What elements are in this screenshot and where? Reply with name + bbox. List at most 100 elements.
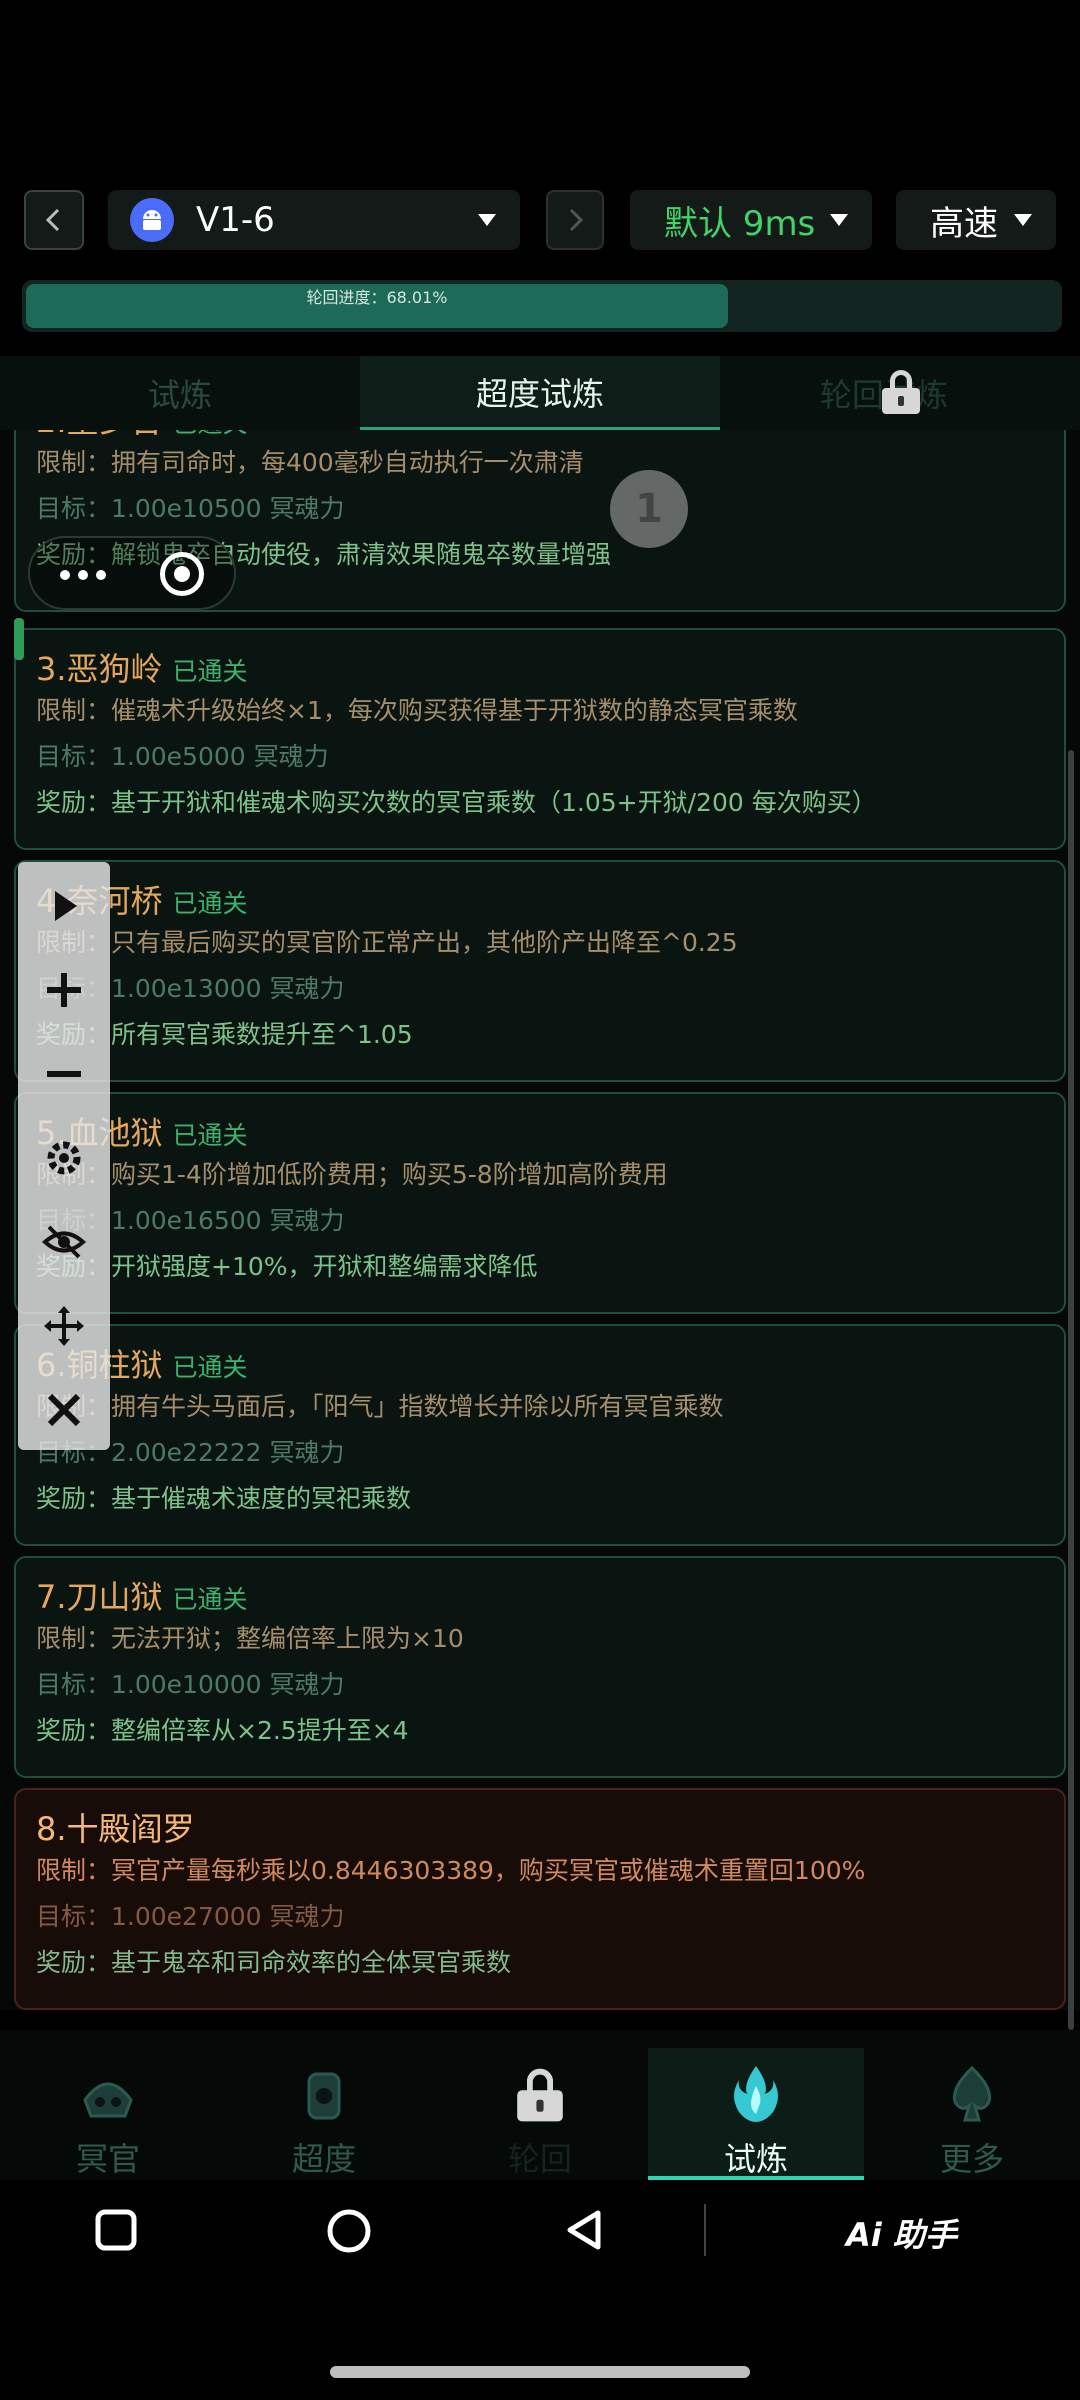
nav-label: 试炼 <box>723 2140 788 2178</box>
tab-transcend-trial[interactable]: 超度试炼 <box>360 356 720 430</box>
trial-subtabs: 试炼 超度试炼 轮回试炼 <box>0 356 1080 430</box>
tab-trial[interactable]: 试炼 <box>0 356 360 430</box>
trial-title-row: 6.铜柱狱 已通关 <box>36 1340 1044 1384</box>
trial-restriction: 限制：只有最后购买的冥官阶正常产出，其他阶产出降至^0.25 <box>36 928 738 957</box>
network-select[interactable]: 默认 9ms <box>630 190 872 250</box>
trial-goal: 目标：1.00e10500 冥魂力 <box>36 494 345 523</box>
nav-trial[interactable]: 试炼 <box>648 2048 864 2180</box>
lock-icon <box>882 370 920 414</box>
home-button[interactable] <box>326 2208 372 2258</box>
settings-button[interactable] <box>18 1116 110 1200</box>
close-button[interactable] <box>18 1368 110 1452</box>
back-button[interactable] <box>24 190 84 250</box>
list-scrollbar[interactable] <box>1068 750 1074 2030</box>
ai-assistant-button[interactable]: Ai 助手 <box>846 2210 957 2256</box>
trial-card-current[interactable]: 8.十殿阎罗 限制：冥官产量每秒乘以0.8446303389，购买冥官或催魂术重… <box>14 1788 1066 2010</box>
zoom-out-button[interactable] <box>18 1032 110 1116</box>
speed-select[interactable]: 高速 <box>896 190 1056 250</box>
minus-icon <box>47 1071 81 1077</box>
edge-handle[interactable] <box>14 618 24 660</box>
nav-label: 更多 <box>939 2140 1004 2178</box>
trial-goal: 目标：1.00e5000 冥魂力 <box>36 742 329 771</box>
close-icon <box>47 1393 81 1427</box>
trial-restriction: 限制：购买1-4阶增加低阶费用；购买5-8阶增加高阶费用 <box>36 1160 668 1189</box>
version-select[interactable]: V1-6 <box>108 190 520 250</box>
caret-down-icon <box>478 214 496 226</box>
cleared-badge: 已通关 <box>172 889 248 918</box>
trial-goal: 目标：1.00e13000 冥魂力 <box>36 974 345 1003</box>
trial-title-row: 2.望乡台 已通关 <box>36 430 1044 440</box>
crosshair-marker[interactable]: 1 <box>610 470 688 548</box>
trial-title: 8.十殿阎罗 <box>36 1810 195 1848</box>
android-icon <box>130 198 174 242</box>
forward-button[interactable] <box>546 190 604 250</box>
trial-title-row: 7.刀山狱 已通关 <box>36 1572 1044 1616</box>
trial-reward: 奖励：所有冥官乘数提升至^1.05 <box>36 1020 413 1049</box>
record-target-icon[interactable] <box>160 552 204 596</box>
plus-icon <box>47 973 81 1007</box>
trial-card[interactable]: 3.恶狗岭 已通关 限制：催魂术升级始终×1，每次购买获得基于开狱数的静态冥官乘… <box>14 628 1066 850</box>
trial-restriction: 限制：拥有司命时，每400毫秒自动执行一次肃清 <box>36 448 584 477</box>
crosshair-label: 1 <box>635 486 663 532</box>
recents-button[interactable] <box>94 2208 138 2256</box>
floating-capsule[interactable] <box>28 536 236 610</box>
trial-goal: 目标：1.00e10000 冥魂力 <box>36 1670 345 1699</box>
trial-card[interactable]: 7.刀山狱 已通关 限制：无法开狱；整编倍率上限为×10 目标：1.00e100… <box>14 1556 1066 1778</box>
version-label: V1-6 <box>196 200 275 240</box>
trial-restriction: 限制：催魂术升级始终×1，每次购买获得基于开狱数的静态冥官乘数 <box>36 696 798 725</box>
trial-list[interactable]: 2.望乡台 已通关 限制：拥有司命时，每400毫秒自动执行一次肃清 目标：1.0… <box>0 430 1080 2010</box>
cleared-badge: 已通关 <box>172 1585 248 1614</box>
trial-reward: 奖励：基于鬼卒和司命效率的全体冥官乘数 <box>36 1948 512 1977</box>
speed-label: 高速 <box>930 203 998 244</box>
system-navigation-bar: Ai 助手 <box>0 2180 1080 2280</box>
nav-label: 超度 <box>291 2140 356 2178</box>
nav-officials[interactable]: 冥官 <box>0 2048 216 2180</box>
floating-control-panel <box>18 862 110 1450</box>
trial-reward: 奖励：基于催魂术速度的冥祀乘数 <box>36 1484 412 1513</box>
tab-reincarnation-trial[interactable]: 轮回试炼 <box>720 356 1080 430</box>
hide-button[interactable] <box>18 1200 110 1284</box>
progress-label: 轮回进度：68.01% <box>306 288 448 307</box>
trial-reward: 奖励：整编倍率从×2.5提升至×4 <box>36 1716 409 1745</box>
square-icon <box>95 2209 137 2251</box>
nav-label: 冥官 <box>75 2140 140 2178</box>
trial-card[interactable]: 5.血池狱 已通关 限制：购买1-4阶增加低阶费用；购买5-8阶增加高阶费用 目… <box>14 1092 1066 1314</box>
move-icon <box>44 1306 84 1346</box>
triangle-back-icon <box>567 2210 601 2250</box>
nav-divider <box>704 2204 706 2256</box>
eye-off-icon <box>41 1225 87 1259</box>
trial-card[interactable]: 4.奈河桥 已通关 限制：只有最后购买的冥官阶正常产出，其他阶产出降至^0.25… <box>14 860 1066 1082</box>
trial-reward: 奖励：基于开狱和催魂术购买次数的冥官乘数（1.05+开狱/200 每次购买） <box>36 788 877 817</box>
trial-restriction: 限制：拥有牛头马面后，「阳气」指数增长并除以所有冥官乘数 <box>36 1392 724 1421</box>
play-button[interactable] <box>18 864 110 948</box>
trial-title-row: 5.血池狱 已通关 <box>36 1108 1044 1152</box>
tab-label: 试炼 <box>147 376 212 414</box>
cleared-badge: 已通关 <box>172 1121 248 1150</box>
lock-icon <box>505 2060 575 2130</box>
nav-transcend[interactable]: 超度 <box>216 2048 432 2180</box>
gesture-home-bar[interactable] <box>330 2366 750 2378</box>
blue-flame-icon <box>721 2060 791 2130</box>
spade-ornament-icon <box>937 2060 1007 2130</box>
lantern-icon <box>289 2060 359 2130</box>
network-label: 默认 9ms <box>664 203 816 244</box>
bottom-nav: 冥官 超度 轮回 试炼 更多 <box>0 2030 1080 2180</box>
trial-title: 7.刀山狱 <box>36 1578 163 1616</box>
tab-label: 超度试炼 <box>475 374 604 413</box>
reincarnation-progress-bar: 轮回进度：68.01% <box>22 280 1062 332</box>
ai-assistant-label: Ai 助手 <box>846 2216 957 2254</box>
trial-title-row: 8.十殿阎罗 <box>36 1804 1044 1848</box>
trial-title-row: 3.恶狗岭 已通关 <box>36 644 1044 688</box>
trial-restriction: 限制：冥官产量每秒乘以0.8446303389，购买冥官或催魂术重置回100% <box>36 1856 866 1885</box>
back-nav-button[interactable] <box>562 2208 606 2256</box>
trial-title-row: 4.奈河桥 已通关 <box>36 876 1044 920</box>
trial-restriction: 限制：无法开狱；整编倍率上限为×10 <box>36 1624 464 1653</box>
trial-title: 3.恶狗岭 <box>36 650 163 688</box>
nav-reincarnation[interactable]: 轮回 <box>432 2048 648 2180</box>
move-button[interactable] <box>18 1284 110 1368</box>
trial-card[interactable]: 6.铜柱狱 已通关 限制：拥有牛头马面后，「阳气」指数增长并除以所有冥官乘数 目… <box>14 1324 1066 1546</box>
nav-more[interactable]: 更多 <box>864 2048 1080 2180</box>
zoom-in-button[interactable] <box>18 948 110 1032</box>
caret-down-icon <box>830 214 848 226</box>
more-dots-icon[interactable] <box>60 570 106 580</box>
